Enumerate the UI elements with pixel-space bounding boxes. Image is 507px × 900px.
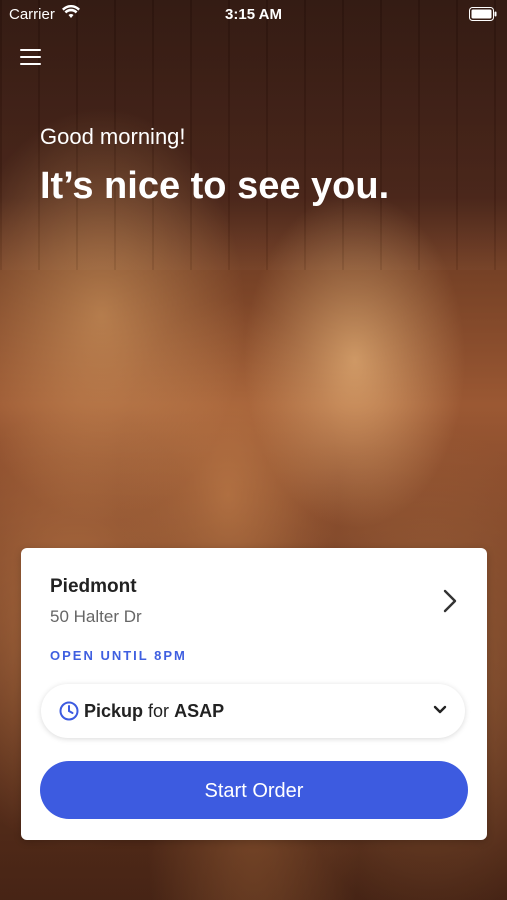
hamburger-icon[interactable]	[20, 49, 41, 67]
order-time: ASAP	[174, 701, 225, 721]
chevron-right-icon[interactable]	[440, 586, 460, 616]
status-bar: Carrier 3:15 AM	[0, 0, 507, 30]
pickup-time-selector[interactable]: Pickup for ASAP	[41, 684, 465, 738]
chevron-down-icon	[433, 705, 447, 714]
clock-time: 3:15 AM	[225, 6, 282, 23]
store-hours: OPEN UNTIL 8PM	[50, 648, 187, 663]
greeting-text: Good morning!	[40, 124, 186, 149]
store-address[interactable]: 50 Halter Dr	[50, 607, 142, 627]
store-name[interactable]: Piedmont	[50, 576, 137, 598]
start-order-button[interactable]: Start Order	[40, 761, 468, 819]
store-card: Piedmont 50 Halter Dr OPEN UNTIL 8PM Pic…	[21, 548, 487, 840]
clock-icon	[59, 701, 79, 721]
pickup-label: Pickup for ASAP	[84, 701, 224, 722]
headline-text: It’s nice to see you.	[40, 165, 390, 207]
for-label: for	[148, 701, 170, 721]
order-mode: Pickup	[84, 701, 144, 721]
battery-icon	[469, 7, 497, 25]
